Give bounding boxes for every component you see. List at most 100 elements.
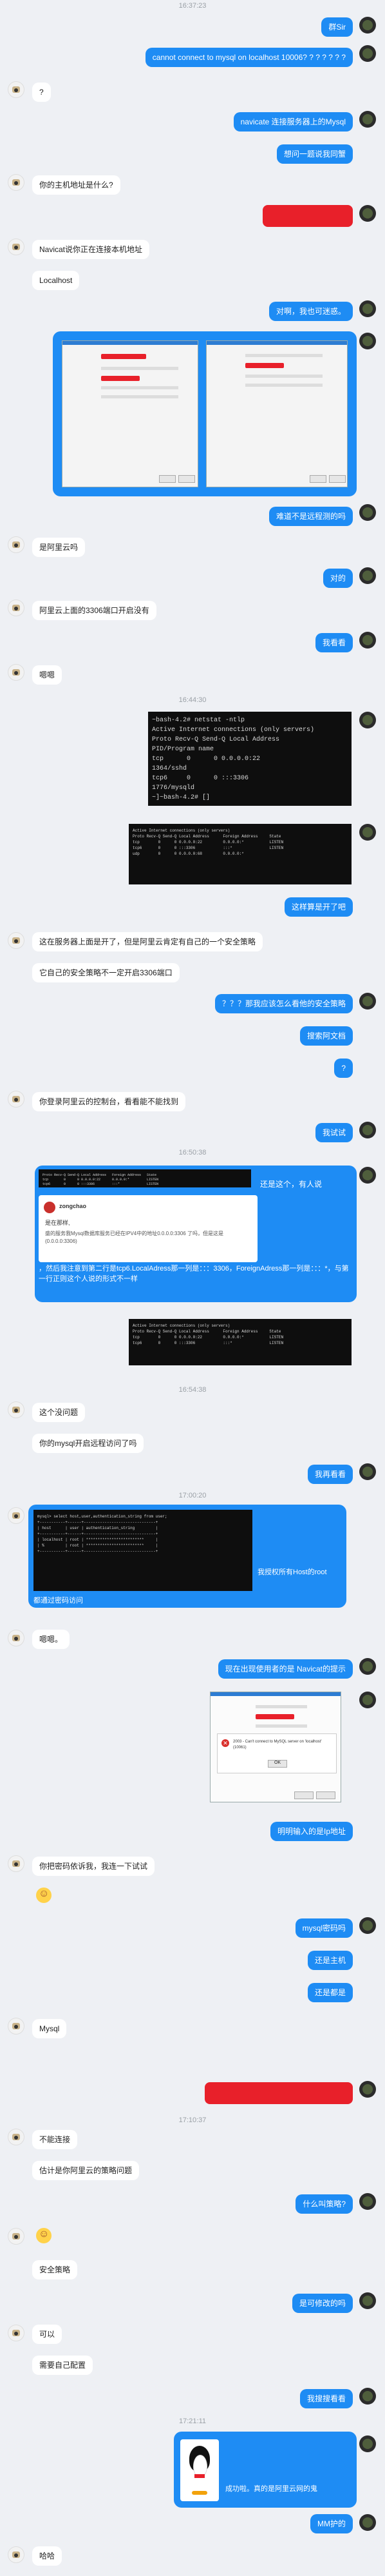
emoji-sticker[interactable] (36, 1888, 52, 1903)
avatar[interactable] (359, 205, 376, 222)
message-bubble[interactable]: 还是主机 (307, 1951, 353, 1970)
message-bubble[interactable]: 现在出现使用者的是 Navicat的提示 (218, 1659, 353, 1679)
avatar[interactable] (359, 111, 376, 128)
message-bubble[interactable]: 你登录阿里云的控制台，看看能不能找到 (32, 1092, 186, 1111)
avatar[interactable] (359, 567, 376, 584)
message-bubble[interactable]: 需要自己配置 (32, 2356, 93, 2375)
message-bubble[interactable]: 阿里云上面的3306端口开启没有 (32, 601, 156, 620)
avatar[interactable] (359, 504, 376, 521)
emoji-sticker[interactable] (36, 2228, 52, 2243)
avatar[interactable] (359, 17, 376, 34)
avatar[interactable] (8, 536, 24, 553)
avatar[interactable] (8, 932, 24, 949)
message-bubble[interactable]: Mysql (32, 2019, 67, 2038)
error-icon: ✕ (221, 1739, 229, 1747)
message-bubble[interactable]: 可以 (32, 2325, 62, 2344)
avatar[interactable] (359, 712, 376, 728)
navicat-error-screenshot[interactable]: ✕ 2003 - Can't connect to MySQL server o… (210, 1692, 341, 1802)
terminal-screenshot[interactable]: ~bash-4.2# netstat -ntlp Active Internet… (148, 712, 352, 806)
avatar[interactable] (359, 2292, 376, 2309)
message-bubble[interactable]: 嗯嗯。 (32, 1630, 70, 1649)
message-bubble[interactable]: 这在服务器上面是开了，但是阿里云肯定有自己的一个安全策略 (32, 932, 263, 951)
avatar[interactable] (359, 2081, 376, 2098)
avatar[interactable] (8, 174, 24, 191)
ok-button: OK (268, 1760, 287, 1768)
message-bubble[interactable]: 我再看看 (307, 1465, 353, 1484)
avatar[interactable] (8, 600, 24, 616)
avatar[interactable] (8, 2546, 24, 2563)
rich-message[interactable]: mysql> select host,user,authentication_s… (28, 1505, 346, 1608)
redacted-image[interactable] (263, 205, 353, 227)
rich-message[interactable]: Proto Recv-Q Send-Q Local Address Foreig… (35, 1166, 357, 1302)
message-bubble[interactable]: 不能连接 (32, 2130, 78, 2149)
avatar[interactable] (8, 239, 24, 255)
message-bubble[interactable]: 想问一题说我同蟹 (276, 144, 353, 164)
avatar[interactable] (359, 824, 376, 841)
message-bubble[interactable]: navicate 连接服务器上的Mysql (233, 112, 353, 132)
avatar[interactable] (359, 1167, 376, 1184)
avatar[interactable] (8, 1507, 24, 1524)
avatar[interactable] (8, 1630, 24, 1646)
message-bubble[interactable]: 这样算是开了吧 (284, 897, 353, 917)
redacted-image[interactable] (205, 2082, 353, 2104)
message-bubble[interactable]: 我搜搜看看 (299, 2389, 353, 2408)
avatar[interactable] (8, 1855, 24, 1872)
message-bubble[interactable]: 是阿里云吗 (32, 538, 86, 557)
avatar[interactable] (8, 1401, 24, 1418)
terminal-screenshot[interactable]: Active Internet connections (only server… (129, 824, 352, 884)
avatar[interactable] (8, 2325, 24, 2341)
message-bubble[interactable]: 明明输入的是Ip地址 (270, 1822, 353, 1841)
avatar[interactable] (8, 2018, 24, 2034)
avatar[interactable] (359, 1692, 376, 1708)
avatar[interactable] (8, 1091, 24, 1107)
image-message[interactable] (53, 331, 357, 496)
avatar[interactable] (359, 2388, 376, 2405)
avatar[interactable] (359, 1658, 376, 1675)
avatar[interactable] (359, 1122, 376, 1138)
avatar[interactable] (359, 2435, 376, 2452)
avatar[interactable] (359, 2193, 376, 2210)
message-bubble[interactable]: 还是都是 (307, 1983, 353, 2002)
avatar[interactable] (359, 632, 376, 649)
message-bubble[interactable]: ? (334, 1059, 353, 1078)
message-bubble[interactable]: Navicat说你正在连接本机地址 (32, 240, 150, 259)
message-bubble[interactable]: Localhost (32, 271, 80, 290)
avatar[interactable] (8, 664, 24, 681)
avatar[interactable] (359, 993, 376, 1010)
avatar[interactable] (359, 2514, 376, 2531)
message-bubble[interactable]: 它自己的安全策略不一定开启3306端口 (32, 963, 180, 982)
message-bubble[interactable]: 我试试 (315, 1123, 353, 1142)
message-bubble[interactable]: 这个没问题 (32, 1403, 86, 1422)
avatar[interactable] (8, 2228, 24, 2245)
message-bubble[interactable]: 安全策略 (32, 2260, 78, 2279)
message-bubble[interactable]: 估计是你阿里云的策略问题 (32, 2161, 140, 2180)
message-bubble[interactable]: 哈哈 (32, 2546, 62, 2566)
message-bubble[interactable]: 你的主机地址是什么? (32, 175, 120, 195)
avatar[interactable] (359, 333, 376, 349)
message-bubble[interactable]: cannot connect to mysql on localhost 100… (145, 48, 353, 67)
message-bubble[interactable]: 你的mysql开启远程访问了吗 (32, 1434, 144, 1453)
avatar[interactable] (359, 45, 376, 62)
message-bubble[interactable]: 嗯嗯 (32, 665, 62, 685)
avatar[interactable] (8, 81, 24, 98)
message-bubble[interactable]: mysql密码吗 (295, 1918, 353, 1938)
terminal-screenshot[interactable]: Active Internet connections (only server… (129, 1319, 352, 1365)
avatar[interactable] (359, 300, 376, 317)
message-bubble[interactable]: 我看看 (315, 633, 353, 652)
message-bubble[interactable]: 对的 (323, 569, 353, 588)
message-bubble[interactable]: ？？？那我应该怎么看他的安全策略 (214, 994, 353, 1013)
message-bubble[interactable]: 搜索阿文档 (299, 1026, 353, 1046)
message-bubble[interactable]: 是可修改的吗 (292, 2294, 353, 2313)
avatar[interactable] (359, 1463, 376, 1480)
message-bubble[interactable]: MM护的 (310, 2514, 353, 2533)
message-bubble[interactable]: 难道不是远程测的吗 (268, 507, 353, 526)
avatar[interactable] (8, 2129, 24, 2145)
message-bubble[interactable]: 群Sir (321, 17, 353, 37)
message-bubble[interactable]: ? (32, 83, 51, 102)
user-avatar (44, 1202, 55, 1213)
message-bubble[interactable]: 对啊，我也可迷惑。 (268, 302, 353, 321)
avatar[interactable] (359, 1917, 376, 1934)
message-bubble[interactable]: 你把密码依诉我，我连一下试试 (32, 1857, 155, 1876)
rich-message[interactable]: 成功啦。真的是阿里云网的鬼 (174, 2432, 357, 2508)
message-bubble[interactable]: 什么叫策略? (296, 2194, 353, 2214)
